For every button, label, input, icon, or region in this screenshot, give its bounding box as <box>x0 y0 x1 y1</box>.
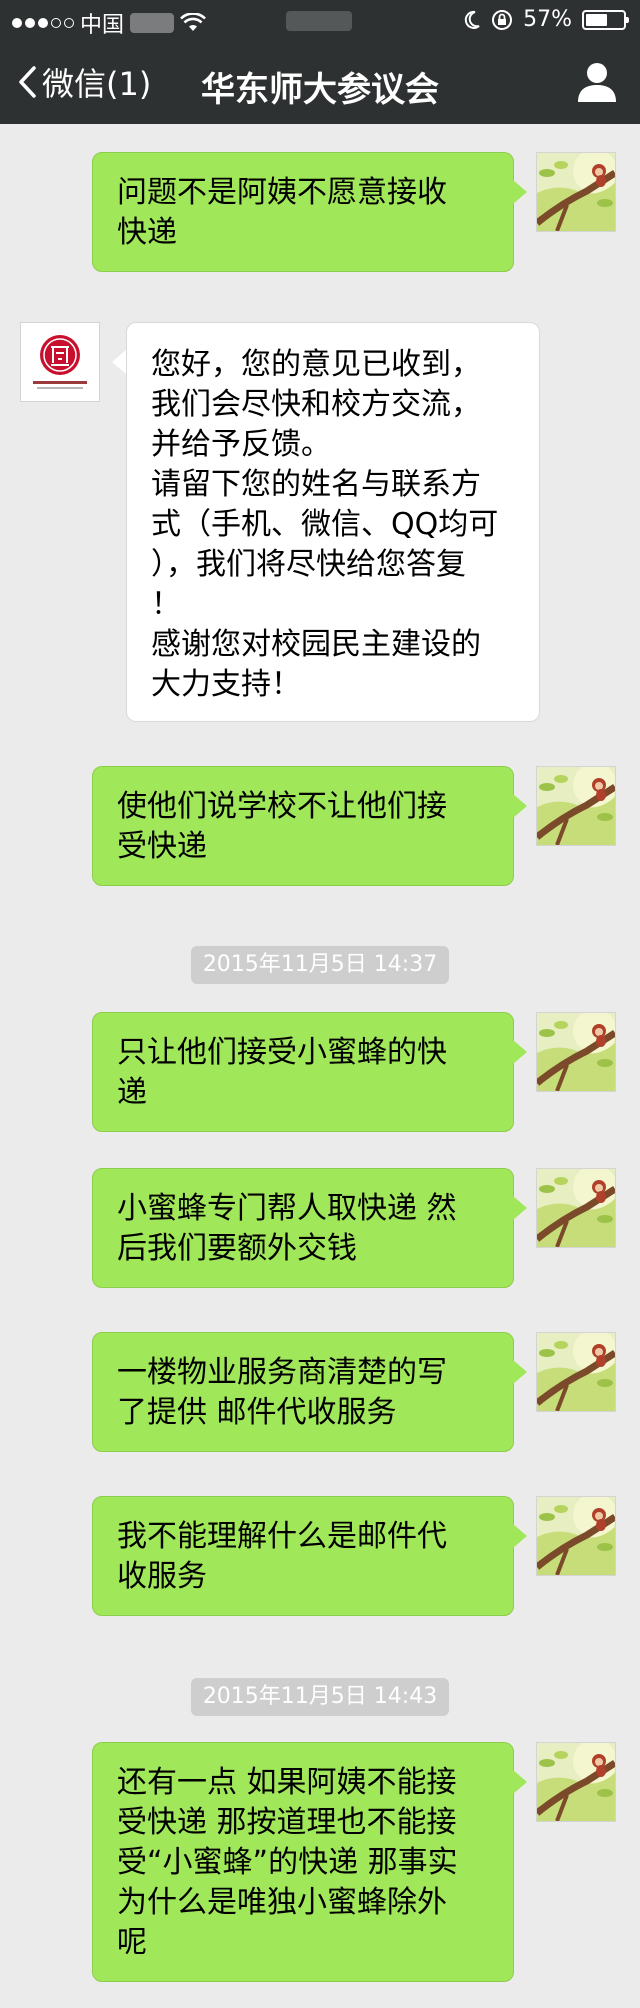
clock-blurred <box>286 11 352 31</box>
message-text: 感谢您对校园民主建设的 <box>151 627 481 662</box>
moon-icon <box>464 10 480 29</box>
chat-title: 华东师大参议会 <box>201 70 439 110</box>
message-bubble[interactable]: 我不能理解什么是邮件代 收服务 <box>92 1496 514 1616</box>
message-text: 一楼物业服务商清楚的写 <box>117 1355 447 1390</box>
bubble-tail <box>513 1524 527 1548</box>
avatar-self[interactable] <box>536 766 616 846</box>
message-bubble[interactable]: 问题不是阿姨不愿意接收 快递 <box>92 152 514 272</box>
message-bubble[interactable]: 一楼物业服务商清楚的写 了提供 邮件代收服务 <box>92 1332 514 1452</box>
message-text: 我不能理解什么是邮件代 <box>117 1519 447 1554</box>
message-bubble[interactable]: 小蜜蜂专门帮人取快递 然 后我们要额外交钱 <box>92 1168 514 1288</box>
message-bubble[interactable]: 还有一点 如果阿姨不能接 受快递 那按道理也不能接 受“小蜜蜂”的快递 那事实 … <box>92 1742 514 1982</box>
monkey-avatar-icon <box>537 1013 615 1091</box>
message-text: 受快递 那按道理也不能接 <box>117 1805 457 1840</box>
message-text: ），我们将尽快给您答复 <box>151 547 466 582</box>
monkey-avatar-icon <box>537 1497 615 1575</box>
message-text: 式（手机、微信、QQ均可 <box>151 507 499 542</box>
avatar-official-account[interactable] <box>20 322 100 402</box>
message-text: 为什么是唯独小蜜蜂除外 <box>117 1885 447 1920</box>
message-bubble[interactable]: 您好，您的意见已收到， 我们会尽快和校方交流， 并给予反馈。 请留下您的姓名与联… <box>126 322 540 722</box>
bubble-tail <box>513 794 527 818</box>
bubble-tail <box>513 180 527 204</box>
avatar-self[interactable] <box>536 1012 616 1092</box>
bubble-tail <box>513 1196 527 1220</box>
message-bubble[interactable]: 使他们说学校不让他们接 受快递 <box>92 766 514 886</box>
bubble-tail <box>513 1040 527 1064</box>
timestamp: 2015年11月5日 14:43 <box>0 1678 640 1716</box>
avatar-self[interactable] <box>536 1496 616 1576</box>
seal-logo-icon <box>21 323 99 401</box>
avatar-self[interactable] <box>536 1742 616 1822</box>
status-bar: 中国 57% <box>0 0 640 40</box>
message-text: 请留下您的姓名与联系方 <box>151 467 481 502</box>
status-right: 57% <box>463 7 629 32</box>
message-text: 您好，您的意见已收到， <box>151 347 481 382</box>
message-text: 后我们要额外交钱 <box>117 1231 357 1266</box>
timestamp: 2015年11月5日 14:37 <box>0 946 640 984</box>
message-text: 呢 <box>117 1925 147 1960</box>
signal-strength-icon <box>12 18 74 28</box>
nav-bar: 微信(1) 华东师大参议会 <box>0 40 640 124</box>
monkey-avatar-icon <box>537 153 615 231</box>
monkey-avatar-icon <box>537 1333 615 1411</box>
avatar-self[interactable] <box>536 1168 616 1248</box>
message-text: 递 <box>117 1075 147 1110</box>
message-text: 问题不是阿姨不愿意接收 <box>117 175 447 210</box>
monkey-avatar-icon <box>537 1743 615 1821</box>
message-text: 使他们说学校不让他们接 <box>117 789 447 824</box>
carrier-network-blurred <box>130 13 175 33</box>
message-text: 受“小蜜蜂”的快递 那事实 <box>117 1845 458 1880</box>
person-icon[interactable] <box>576 60 618 104</box>
battery-icon <box>582 9 629 30</box>
timestamp-label: 2015年11月5日 14:43 <box>190 1678 450 1716</box>
wifi-icon <box>180 13 206 31</box>
message-text: 并给予反馈。 <box>151 427 331 462</box>
message-text: 快递 <box>117 215 177 250</box>
battery-percent: 57% <box>523 7 572 32</box>
message-bubble[interactable]: 只让他们接受小蜜蜂的快 递 <box>92 1012 514 1132</box>
message-text: ！ <box>151 587 181 622</box>
bubble-tail <box>513 1360 527 1384</box>
monkey-avatar-icon <box>537 767 615 845</box>
carrier-label: 中国 <box>80 13 125 38</box>
status-left: 中国 <box>12 7 206 39</box>
avatar-self[interactable] <box>536 1332 616 1412</box>
message-text: 小蜜蜂专门帮人取快递 然 <box>117 1191 457 1226</box>
message-text: 大力支持！ <box>151 667 301 702</box>
message-text: 我们会尽快和校方交流， <box>151 387 481 422</box>
bubble-tail <box>112 350 126 374</box>
message-text: 只让他们接受小蜜蜂的快 <box>117 1035 447 1070</box>
avatar-self[interactable] <box>536 152 616 232</box>
rotation-lock-icon <box>492 9 513 30</box>
bubble-tail <box>513 1770 527 1794</box>
timestamp-label: 2015年11月5日 14:37 <box>190 946 450 984</box>
message-text: 了提供 邮件代收服务 <box>117 1395 397 1430</box>
message-text: 收服务 <box>117 1559 207 1594</box>
monkey-avatar-icon <box>537 1169 615 1247</box>
message-text: 还有一点 如果阿姨不能接 <box>117 1765 457 1800</box>
message-text: 受快递 <box>117 829 207 864</box>
